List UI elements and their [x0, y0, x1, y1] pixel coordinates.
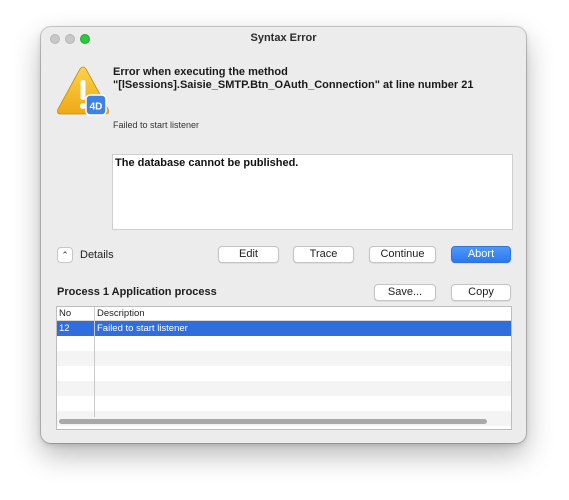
window-title: Syntax Error — [250, 32, 317, 44]
error-heading: Error when executing the method "[lSessi… — [113, 66, 513, 92]
syntax-error-dialog: Syntax Error 4D Error when executing the… — [41, 27, 526, 443]
column-header-no[interactable]: No — [59, 308, 71, 319]
column-header-description[interactable]: Description — [97, 308, 145, 319]
warning-4d-icon: 4D — [57, 66, 109, 116]
error-message-box[interactable]: The database cannot be published. — [112, 154, 513, 230]
horizontal-scrollbar[interactable] — [59, 419, 487, 424]
details-toggle-button[interactable]: ⌃ — [57, 247, 73, 263]
empty-row — [57, 396, 511, 411]
svg-text:4D: 4D — [90, 102, 103, 113]
table-header: No Description — [57, 307, 511, 321]
table-row[interactable]: 12 Failed to start listener — [57, 321, 511, 336]
save-button[interactable]: Save... — [374, 284, 436, 301]
column-divider — [94, 307, 95, 417]
error-stack-table[interactable]: No Description 12 Failed to start listen… — [56, 306, 512, 430]
title-bar: Syntax Error — [41, 27, 526, 51]
edit-button[interactable]: Edit — [218, 246, 279, 263]
table-body: 12 Failed to start listener — [57, 321, 511, 426]
trace-button[interactable]: Trace — [293, 246, 354, 263]
process-label: Process 1 Application process — [57, 286, 217, 298]
copy-button[interactable]: Copy — [451, 284, 511, 301]
empty-row — [57, 381, 511, 396]
empty-row — [57, 351, 511, 366]
empty-row — [57, 336, 511, 351]
row-no: 12 — [59, 323, 70, 334]
row-description: Failed to start listener — [97, 323, 188, 334]
error-heading-line2: "[lSessions].Saisie_SMTP.Btn_OAuth_Conne… — [113, 79, 474, 91]
abort-button[interactable]: Abort — [451, 246, 511, 263]
empty-row — [57, 366, 511, 381]
continue-button[interactable]: Continue — [369, 246, 436, 263]
error-subtitle: Failed to start listener — [113, 120, 200, 130]
details-label: Details — [80, 249, 114, 261]
chevron-up-icon: ⌃ — [61, 250, 69, 260]
error-message-text: The database cannot be published. — [115, 157, 299, 169]
error-heading-line1: Error when executing the method — [113, 66, 288, 78]
